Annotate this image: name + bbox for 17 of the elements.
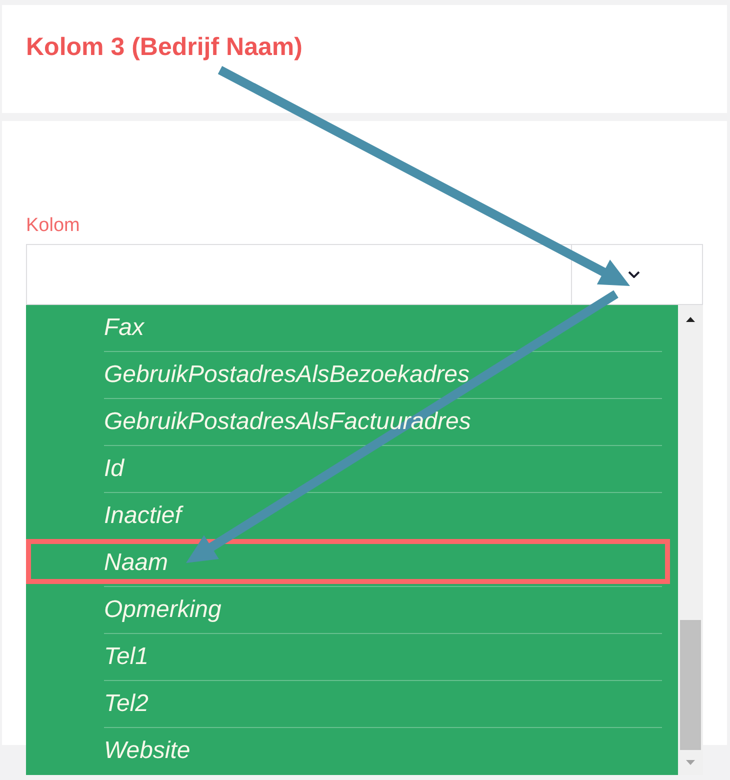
dropdown-option[interactable]: Website [26, 728, 678, 774]
dropdown-option[interactable]: Fax [26, 305, 678, 351]
section-title: Kolom 3 (Bedrijf Naam) [26, 32, 302, 62]
dropdown-option[interactable]: GebruikPostadresAlsFactuuradres [26, 399, 678, 445]
dropdown-option[interactable]: Tel2 [26, 681, 678, 727]
chevron-down-icon [628, 271, 640, 278]
dropdown-option[interactable]: Id [26, 446, 678, 492]
scrollbar-thumb[interactable] [680, 620, 701, 750]
dropdown-option[interactable]: Tel1 [26, 634, 678, 680]
dropdown-option[interactable]: GebruikPostadresAlsBezoekadres [26, 352, 678, 398]
field-label: Kolom [26, 215, 80, 237]
dropdown-option[interactable]: Opmerking [26, 587, 678, 633]
scroll-up-icon[interactable] [686, 317, 695, 322]
dropdown-option[interactable]: Naam [26, 540, 678, 586]
dropdown-option[interactable]: Inactief [26, 493, 678, 539]
select-field[interactable] [26, 244, 571, 305]
scroll-down-icon[interactable] [686, 760, 695, 765]
